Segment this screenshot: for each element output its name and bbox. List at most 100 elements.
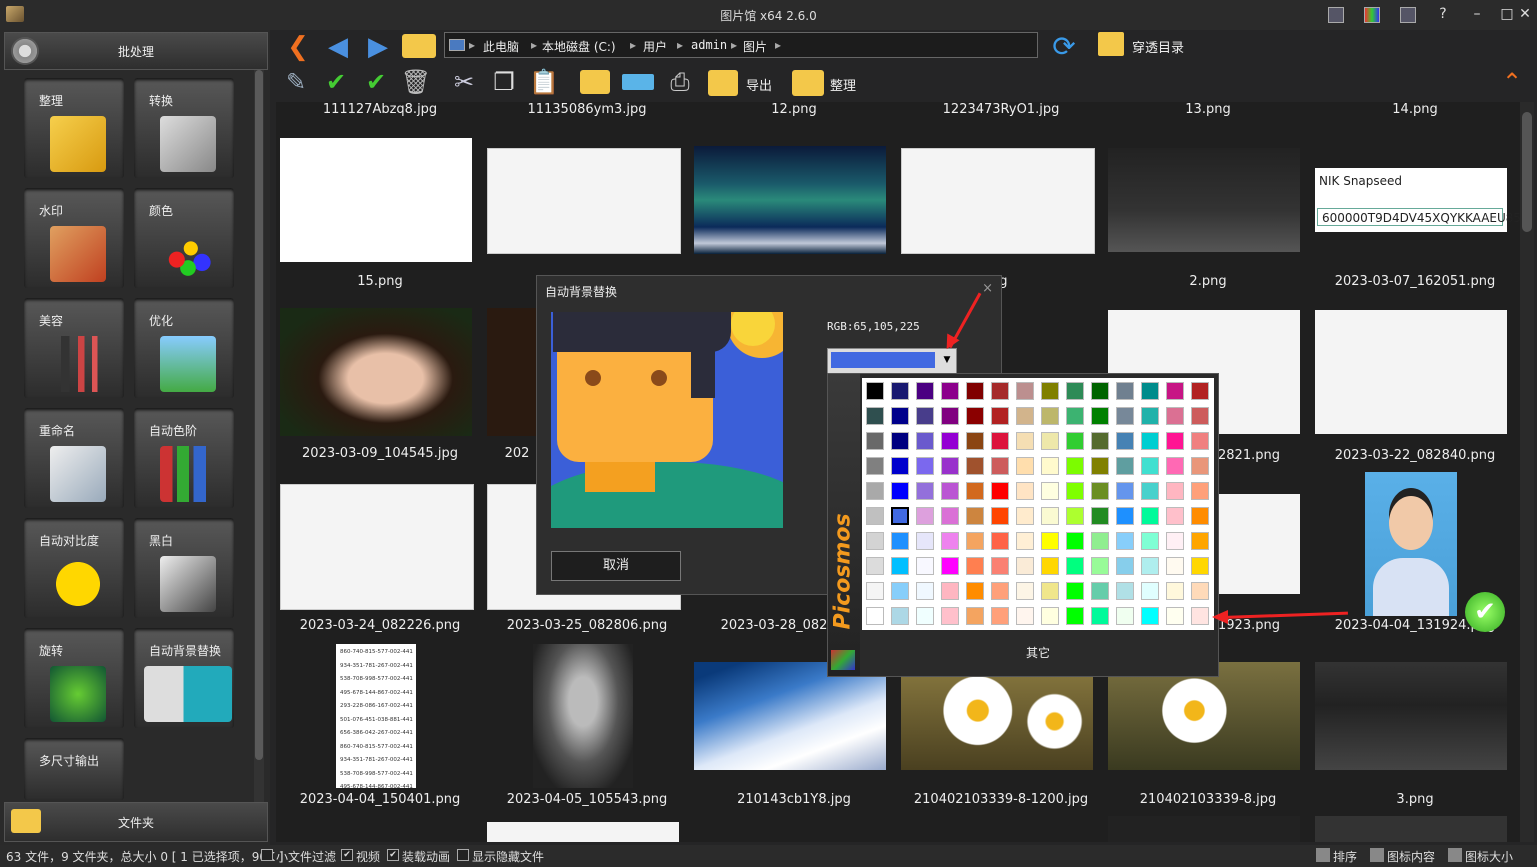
tool-multi-size-export[interactable]: 多尺寸输出 xyxy=(24,738,124,800)
color-swatch[interactable] xyxy=(1166,407,1184,425)
color-swatch[interactable] xyxy=(941,482,959,500)
color-swatch[interactable] xyxy=(991,457,1009,475)
other-colors-button[interactable]: 其它 xyxy=(862,644,1214,661)
color-swatch[interactable] xyxy=(1016,607,1034,625)
color-swatch[interactable] xyxy=(866,482,884,500)
color-swatch[interactable] xyxy=(866,457,884,475)
dropdown-arrow-icon[interactable]: ▼ xyxy=(940,353,954,367)
color-swatch[interactable] xyxy=(916,482,934,500)
crumb-local-disk[interactable]: 本地磁盘 (C:) xyxy=(542,38,616,55)
through-dir-label[interactable]: 穿透目录 xyxy=(1132,37,1184,56)
color-swatch[interactable] xyxy=(916,582,934,600)
color-swatch[interactable] xyxy=(1066,557,1084,575)
color-swatch[interactable] xyxy=(1166,382,1184,400)
filter-checkbox[interactable] xyxy=(261,849,273,861)
color-swatch[interactable] xyxy=(966,607,984,625)
color-swatch[interactable] xyxy=(941,507,959,525)
color-swatch[interactable] xyxy=(1066,482,1084,500)
color-swatch[interactable] xyxy=(916,457,934,475)
color-swatch[interactable] xyxy=(1141,407,1159,425)
color-swatch[interactable] xyxy=(891,582,909,600)
color-swatch[interactable] xyxy=(1066,607,1084,625)
color-swatch[interactable] xyxy=(966,532,984,550)
color-swatch[interactable] xyxy=(866,582,884,600)
grid-scrollbar[interactable] xyxy=(1520,102,1534,842)
color-swatch[interactable] xyxy=(1091,482,1109,500)
icon-content-icon[interactable] xyxy=(1370,848,1384,862)
color-swatch[interactable] xyxy=(866,557,884,575)
color-swatch[interactable] xyxy=(1091,532,1109,550)
color-swatch[interactable] xyxy=(966,407,984,425)
color-swatch[interactable] xyxy=(1016,582,1034,600)
color-swatch[interactable] xyxy=(941,382,959,400)
cancel-button[interactable]: 取消 xyxy=(551,551,681,581)
color-swatch[interactable] xyxy=(1191,582,1209,600)
collapse-icon[interactable]: ⌃ xyxy=(1496,66,1528,98)
color-swatch[interactable] xyxy=(991,582,1009,600)
color-swatch[interactable] xyxy=(1141,532,1159,550)
color-swatch[interactable] xyxy=(1066,532,1084,550)
address-bar[interactable]: ▸ 此电脑 ▸ 本地磁盘 (C:) ▸ 用户 ▸ admin ▸ 图片 ▸ xyxy=(444,32,1038,58)
crumb-this-pc[interactable]: 此电脑 xyxy=(483,38,519,55)
help-icon[interactable]: ? xyxy=(1432,4,1454,24)
organize-label[interactable]: 整理 xyxy=(830,75,856,94)
color-swatch[interactable] xyxy=(991,382,1009,400)
tools-icon[interactable]: ✎ xyxy=(280,66,312,98)
up-level-icon[interactable]: ❮ xyxy=(284,34,312,60)
color-swatch[interactable] xyxy=(891,507,909,525)
color-swatch[interactable] xyxy=(1091,582,1109,600)
color-swatch[interactable] xyxy=(1116,607,1134,625)
color-swatch[interactable] xyxy=(991,482,1009,500)
color-swatch[interactable] xyxy=(966,382,984,400)
color-swatch[interactable] xyxy=(966,557,984,575)
color-swatch[interactable] xyxy=(1041,507,1059,525)
color-swatch[interactable] xyxy=(1016,557,1034,575)
color-theme-icon[interactable] xyxy=(1364,7,1380,23)
color-swatch[interactable] xyxy=(1166,607,1184,625)
color-swatch[interactable] xyxy=(941,432,959,450)
through-dir-icon[interactable] xyxy=(1098,32,1124,56)
crumb-pictures[interactable]: 图片 xyxy=(743,38,767,55)
organize-icon[interactable] xyxy=(792,70,824,96)
color-swatch[interactable] xyxy=(1166,507,1184,525)
color-swatch[interactable] xyxy=(1166,457,1184,475)
color-swatch[interactable] xyxy=(1016,482,1034,500)
skin-icon[interactable] xyxy=(1328,7,1344,23)
color-swatch[interactable] xyxy=(1091,457,1109,475)
color-swatch[interactable] xyxy=(1066,582,1084,600)
color-swatch[interactable] xyxy=(1141,557,1159,575)
color-swatch[interactable] xyxy=(1141,607,1159,625)
batch-button[interactable]: 批处理 xyxy=(4,32,268,70)
back-arrow-icon[interactable]: ◀ xyxy=(324,34,352,60)
color-swatch[interactable] xyxy=(1191,532,1209,550)
color-swatch[interactable] xyxy=(966,482,984,500)
color-swatch[interactable] xyxy=(1066,407,1084,425)
color-swatch[interactable] xyxy=(1141,582,1159,600)
color-swatch[interactable] xyxy=(1191,407,1209,425)
tool-rename[interactable]: 重命名 xyxy=(24,408,124,508)
color-swatch[interactable] xyxy=(1091,557,1109,575)
refresh-icon[interactable]: ⟳ xyxy=(1050,33,1078,61)
video-checkbox[interactable]: ✔ xyxy=(341,849,353,861)
tool-beauty[interactable]: 美容 xyxy=(24,298,124,398)
tool-color[interactable]: 颜色 xyxy=(134,188,234,288)
color-swatch[interactable] xyxy=(891,382,909,400)
color-swatch[interactable] xyxy=(866,407,884,425)
tool-convert[interactable]: 转换 xyxy=(134,78,234,178)
scroll-thumb[interactable] xyxy=(255,70,263,760)
color-picker[interactable]: ▼ xyxy=(827,348,957,374)
color-swatch[interactable] xyxy=(1041,532,1059,550)
color-swatch[interactable] xyxy=(991,432,1009,450)
tool-optimize[interactable]: 优化 xyxy=(134,298,234,398)
tool-auto-levels[interactable]: 自动色阶 xyxy=(134,408,234,508)
color-swatch[interactable] xyxy=(1066,457,1084,475)
delete-icon[interactable]: 🗑 xyxy=(400,66,432,98)
crumb-users[interactable]: 用户 xyxy=(643,38,667,55)
folder-button[interactable]: 文件夹 xyxy=(4,802,268,842)
sort-icon[interactable] xyxy=(1316,848,1330,862)
color-swatch[interactable] xyxy=(991,507,1009,525)
minimize-button[interactable]: – xyxy=(1466,4,1488,24)
color-swatch[interactable] xyxy=(1041,582,1059,600)
color-swatch[interactable] xyxy=(1166,532,1184,550)
color-swatch[interactable] xyxy=(1141,382,1159,400)
